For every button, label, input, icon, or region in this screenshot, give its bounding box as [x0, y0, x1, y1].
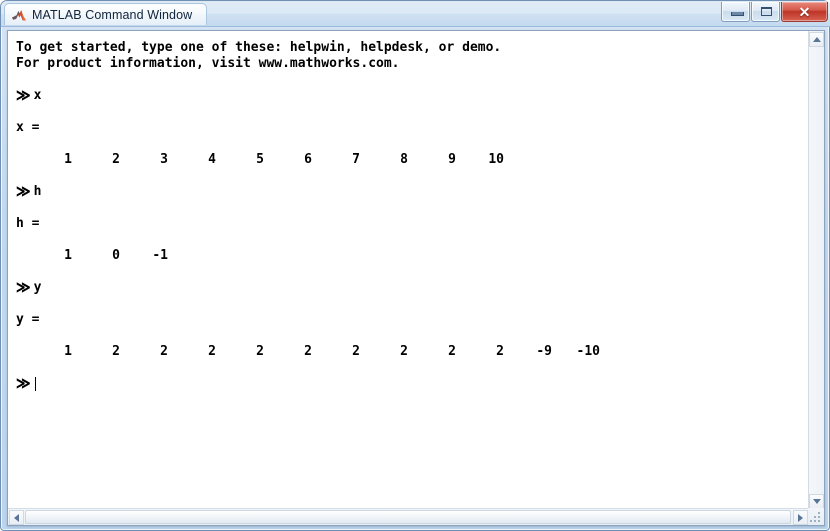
text-cursor — [34, 377, 36, 391]
value-cell: 6 — [304, 152, 312, 167]
value-cell: 1 — [64, 344, 72, 359]
command-text-h: h — [33, 184, 42, 199]
result-label-y: y = — [16, 312, 40, 327]
prompt-icon: ≫ — [16, 182, 31, 202]
vertical-scrollbar[interactable] — [808, 31, 824, 510]
value-cell: -1 — [152, 248, 168, 263]
command-line-h: ≫ h — [16, 182, 808, 202]
value-cell: 2 — [448, 344, 456, 359]
triangle-right-icon — [798, 513, 803, 522]
value-cell: 0 — [112, 248, 120, 263]
value-cell: 2 — [112, 344, 120, 359]
result-label-h: h = — [16, 216, 40, 231]
command-line-y: ≫ y — [16, 278, 808, 298]
command-line-x: ≫ x — [16, 86, 808, 106]
banner-line-1: To get started, type one of these: helpw… — [16, 40, 502, 55]
value-cell: 10 — [488, 152, 504, 167]
window-title-tab: MATLAB Command Window — [4, 3, 208, 25]
triangle-left-icon — [14, 513, 19, 522]
maximize-button[interactable] — [751, 2, 780, 22]
value-cell: 2 — [496, 344, 504, 359]
value-cell: 2 — [352, 344, 360, 359]
value-cell: 2 — [400, 344, 408, 359]
scroll-right-button[interactable] — [793, 510, 808, 525]
value-cell: 2 — [208, 344, 216, 359]
value-cell: -9 — [536, 344, 552, 359]
minimize-icon — [731, 12, 744, 16]
value-cell: 4 — [208, 152, 216, 167]
maximize-icon — [761, 7, 772, 16]
value-cell: 2 — [256, 344, 264, 359]
value-cell: 8 — [400, 152, 408, 167]
value-cell: 2 — [160, 344, 168, 359]
horizontal-scroll-thumb[interactable] — [25, 510, 791, 524]
value-cell: 3 — [160, 152, 168, 167]
close-button[interactable]: ✕ — [781, 2, 828, 22]
result-label-x: x = — [16, 120, 40, 135]
prompt-icon: ≫ — [16, 278, 31, 298]
banner-line-2: For product information, visit www.mathw… — [16, 56, 400, 71]
minimize-button[interactable] — [721, 2, 750, 22]
command-text-y: y — [33, 280, 42, 295]
horizontal-scrollbar[interactable] — [8, 508, 809, 525]
value-cell: -10 — [576, 344, 600, 359]
value-cell: 2 — [112, 152, 120, 167]
window-title-label: MATLAB Command Window — [32, 7, 193, 22]
scroll-down-button[interactable] — [809, 494, 824, 509]
result-values-x: 1 2 3 4 5 6 7 8 9 10 — [16, 152, 808, 168]
scroll-left-button[interactable] — [9, 510, 24, 525]
value-cell: 9 — [448, 152, 456, 167]
value-cell: 5 — [256, 152, 264, 167]
matlab-command-window: MATLAB Command Window ✕ To get started, … — [0, 0, 830, 531]
value-cell: 2 — [304, 344, 312, 359]
prompt-icon: ≫ — [16, 86, 31, 106]
scroll-up-button[interactable] — [809, 32, 824, 47]
triangle-up-icon — [812, 37, 821, 42]
value-cell: 7 — [352, 152, 360, 167]
window-controls: ✕ — [721, 2, 828, 24]
close-icon: ✕ — [798, 3, 811, 20]
prompt-icon: ≫ — [16, 374, 31, 394]
value-cell: 1 — [64, 248, 72, 263]
result-values-y: 1 2 2 2 2 2 2 2 2 2 -9 -10 — [16, 344, 808, 360]
active-command-line[interactable]: ≫ — [16, 374, 808, 394]
triangle-down-icon — [812, 499, 821, 504]
console-text-block: To get started, type one of these: helpw… — [8, 31, 808, 394]
window-titlebar[interactable]: MATLAB Command Window ✕ — [1, 1, 830, 27]
result-values-h: 1 0 -1 — [16, 248, 808, 264]
resize-grip-icon[interactable] — [808, 508, 824, 525]
matlab-membrane-icon — [11, 7, 27, 23]
command-text-x: x — [33, 88, 42, 103]
window-client-area: To get started, type one of these: helpw… — [7, 30, 825, 526]
command-window-output[interactable]: To get started, type one of these: helpw… — [8, 31, 809, 510]
value-cell: 1 — [64, 152, 72, 167]
